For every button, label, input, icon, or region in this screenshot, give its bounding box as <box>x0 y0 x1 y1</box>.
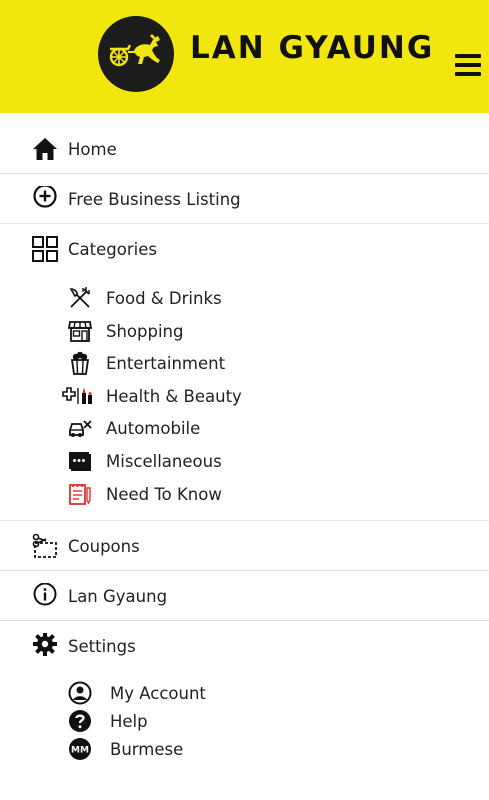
menu-item-categories[interactable]: Categories <box>0 224 489 274</box>
settings-burmese[interactable]: MM Burmese <box>68 734 268 764</box>
notepad-icon <box>69 484 91 505</box>
more-dots-icon <box>69 452 91 471</box>
menu-item-label: Home <box>68 140 117 159</box>
settings-label: My Account <box>110 684 206 703</box>
mm-badge-text: MM <box>71 746 89 756</box>
app-header: LAN GYAUNG <box>0 0 489 113</box>
section-label: Categories <box>68 240 157 259</box>
settings-help[interactable]: Help <box>68 706 268 736</box>
settings-label: Burmese <box>110 740 184 759</box>
category-label: Need To Know <box>106 485 222 504</box>
category-need-to-know[interactable]: Need To Know <box>68 479 268 509</box>
category-entertainment[interactable]: Entertainment <box>68 348 268 378</box>
settings-label: Help <box>110 712 148 731</box>
user-circle-icon <box>68 681 92 705</box>
category-health-beauty[interactable]: Health & Beauty <box>58 381 268 411</box>
menu-item-coupons[interactable]: Coupons <box>0 521 489 571</box>
menu-item-free-business-listing[interactable]: Free Business Listing <box>0 174 489 224</box>
health-beauty-icon <box>62 387 92 404</box>
section-label: Settings <box>68 637 136 656</box>
question-icon <box>69 710 91 732</box>
category-miscellaneous[interactable]: Miscellaneous <box>68 446 268 476</box>
mm-language-icon: MM <box>69 738 91 760</box>
home-icon <box>33 138 57 160</box>
category-food-drinks[interactable]: Food & Drinks <box>68 283 268 313</box>
brand-logo[interactable] <box>98 16 174 92</box>
brand-name: LAN GYAUNG <box>190 30 435 66</box>
settings-my-account[interactable]: My Account <box>68 678 268 708</box>
category-label: Health & Beauty <box>106 387 242 406</box>
grid-icon <box>32 236 58 262</box>
category-label: Automobile <box>106 419 201 438</box>
menu-item-lan-gyaung[interactable]: Lan Gyaung <box>0 571 489 621</box>
menu-item-label: Free Business Listing <box>68 190 241 209</box>
menu-item-home[interactable]: Home <box>0 124 489 174</box>
horse-cart-logo-icon <box>109 34 160 67</box>
category-label: Food & Drinks <box>106 289 222 308</box>
fork-knife-icon <box>69 287 90 308</box>
menu-item-label: Lan Gyaung <box>68 587 168 606</box>
category-label: Shopping <box>106 322 184 341</box>
plus-circle-icon <box>33 186 57 208</box>
popcorn-icon <box>70 351 90 375</box>
scissors-coupon-icon <box>32 533 57 558</box>
category-shopping[interactable]: Shopping <box>68 316 268 346</box>
car-wrench-icon <box>69 420 92 437</box>
hamburger-icon[interactable] <box>455 54 481 76</box>
category-label: Entertainment <box>106 354 226 373</box>
storefront-icon <box>68 321 92 342</box>
menu-item-settings[interactable]: Settings <box>0 621 489 671</box>
menu-item-label: Coupons <box>68 537 140 556</box>
info-icon <box>33 583 57 606</box>
category-label: Miscellaneous <box>106 452 222 471</box>
gear-icon <box>33 633 57 656</box>
category-automobile[interactable]: Automobile <box>68 413 268 443</box>
